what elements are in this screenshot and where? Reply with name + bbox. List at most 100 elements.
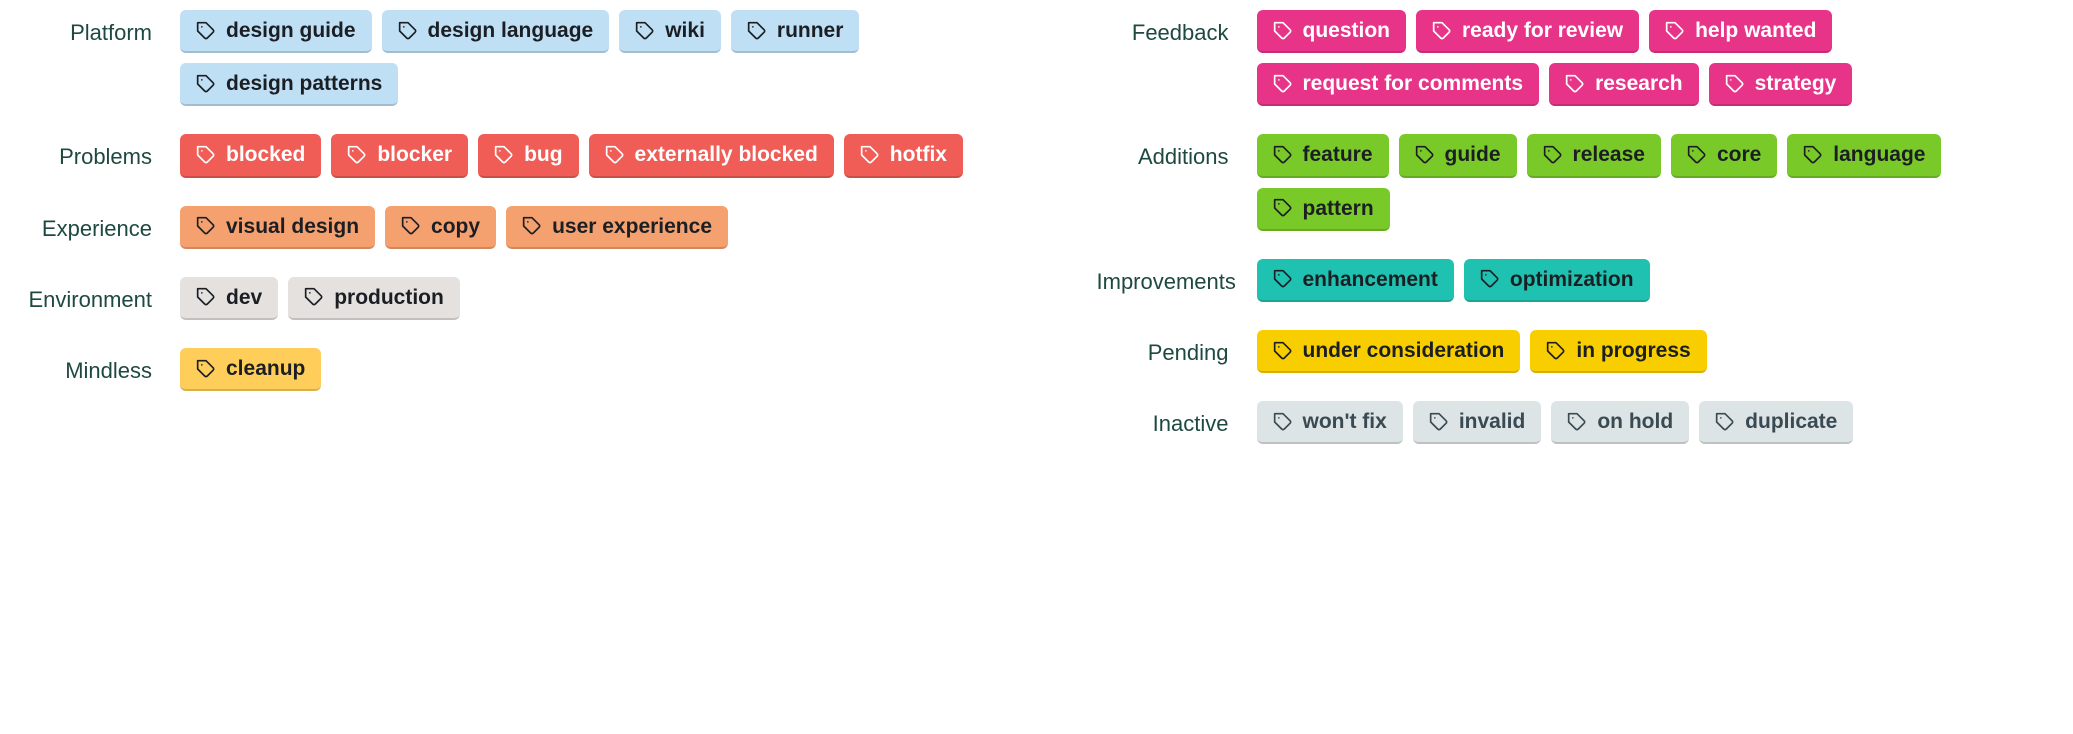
tag-ready-for-review[interactable]: ready for review <box>1416 10 1639 53</box>
tag-runner[interactable]: runner <box>731 10 860 53</box>
tag-strategy[interactable]: strategy <box>1709 63 1853 106</box>
tag-research[interactable]: research <box>1549 63 1699 106</box>
right-column: Feedbackquestionready for reviewhelp wan… <box>1097 10 2054 472</box>
group-platform: Platformdesign guidedesign languagewikir… <box>20 10 977 106</box>
tag-icon <box>1429 412 1449 432</box>
group-feedback: Feedbackquestionready for reviewhelp wan… <box>1097 10 2054 106</box>
tag-label: hotfix <box>890 142 947 167</box>
tags-pending: under considerationin progress <box>1257 330 1707 373</box>
tag-label: request for comments <box>1303 71 1524 96</box>
tag-label: guide <box>1445 142 1501 167</box>
tag-cleanup[interactable]: cleanup <box>180 348 321 391</box>
tag-label: cleanup <box>226 356 305 381</box>
tag-optimization[interactable]: optimization <box>1464 259 1650 302</box>
tag-in-progress[interactable]: in progress <box>1530 330 1706 373</box>
group-label-experience: Experience <box>20 206 180 242</box>
tag-enhancement[interactable]: enhancement <box>1257 259 1454 302</box>
tag-design-guide[interactable]: design guide <box>180 10 372 53</box>
tags-platform: design guide design language wiki runner des… <box>180 10 977 106</box>
tag-label: dev <box>226 285 262 310</box>
tag-on-hold[interactable]: on hold <box>1551 401 1689 444</box>
tag-icon <box>196 287 216 307</box>
tag-label: design language <box>428 18 594 43</box>
tag-label: blocker <box>377 142 452 167</box>
left-column: Platformdesign guidedesign languagewikir… <box>20 10 977 472</box>
tag-icon <box>1715 412 1735 432</box>
tag-icon <box>1273 198 1293 218</box>
tag-icon <box>196 359 216 379</box>
tag-icon <box>304 287 324 307</box>
group-label-additions: Additions <box>1097 134 1257 170</box>
tag-icon <box>398 21 418 41</box>
tag-label: ready for review <box>1462 18 1623 43</box>
tag-under-consideration[interactable]: under consideration <box>1257 330 1521 373</box>
tags-environment: dev production <box>180 277 460 320</box>
tags-additions: feature guide release core language pattern <box>1257 134 2054 230</box>
tag-icon <box>635 21 655 41</box>
tag-question[interactable]: question <box>1257 10 1407 53</box>
tag-feature[interactable]: feature <box>1257 134 1389 177</box>
tag-won-t-fix[interactable]: won't fix <box>1257 401 1403 444</box>
tag-icon <box>494 145 514 165</box>
tag-label: language <box>1833 142 1925 167</box>
tag-release[interactable]: release <box>1527 134 1661 177</box>
tag-label: wiki <box>665 18 705 43</box>
tags-problems: blocked blocker bug externally blocked hotfi… <box>180 134 963 177</box>
group-environment: Environmentdevproduction <box>20 277 977 320</box>
tag-production[interactable]: production <box>288 277 460 320</box>
tag-label: invalid <box>1459 409 1526 434</box>
group-improvements: Improvementsenhancementoptimization <box>1097 259 2054 302</box>
tag-label: duplicate <box>1745 409 1837 434</box>
tag-user-experience[interactable]: user experience <box>506 206 728 249</box>
tag-label: release <box>1573 142 1645 167</box>
tag-label: user experience <box>552 214 712 239</box>
tag-language[interactable]: language <box>1787 134 1941 177</box>
tag-icon <box>196 145 216 165</box>
tags-experience: visual design copy user experience <box>180 206 728 249</box>
tag-hotfix[interactable]: hotfix <box>844 134 963 177</box>
tag-wiki[interactable]: wiki <box>619 10 721 53</box>
tag-copy[interactable]: copy <box>385 206 496 249</box>
tag-externally-blocked[interactable]: externally blocked <box>589 134 834 177</box>
tag-blocker[interactable]: blocker <box>331 134 468 177</box>
tag-icon <box>1543 145 1563 165</box>
tag-guide[interactable]: guide <box>1399 134 1517 177</box>
tag-label: visual design <box>226 214 359 239</box>
tag-icon <box>860 145 880 165</box>
group-label-problems: Problems <box>20 134 180 170</box>
tag-label: optimization <box>1510 267 1634 292</box>
tag-design-language[interactable]: design language <box>382 10 610 53</box>
tag-label: bug <box>524 142 562 167</box>
tag-icon <box>1546 341 1566 361</box>
tag-help-wanted[interactable]: help wanted <box>1649 10 1832 53</box>
group-problems: Problemsblocked blocker bug externally bloc… <box>20 134 977 177</box>
tag-bug[interactable]: bug <box>478 134 578 177</box>
tag-request-for-comments[interactable]: request for comments <box>1257 63 1540 106</box>
tag-design-patterns[interactable]: design patterns <box>180 63 398 106</box>
tag-icon <box>747 21 767 41</box>
group-pending: Pendingunder considerationin progress <box>1097 330 2054 373</box>
tag-icon <box>1415 145 1435 165</box>
tag-icon <box>605 145 625 165</box>
tag-invalid[interactable]: invalid <box>1413 401 1542 444</box>
tag-blocked[interactable]: blocked <box>180 134 321 177</box>
tag-label: enhancement <box>1303 267 1438 292</box>
group-label-inactive: Inactive <box>1097 401 1257 437</box>
tags-inactive: won't fix invalid on hold duplicate <box>1257 401 1854 444</box>
tag-pattern[interactable]: pattern <box>1257 188 1390 231</box>
group-additions: Additionsfeature guide release core language… <box>1097 134 2054 230</box>
tag-icon <box>1565 74 1585 94</box>
tag-label: question <box>1303 18 1391 43</box>
tag-icon <box>1480 269 1500 289</box>
group-inactive: Inactivewon't fix invalid on hold duplicate <box>1097 401 2054 444</box>
tag-dev[interactable]: dev <box>180 277 278 320</box>
tag-label: copy <box>431 214 480 239</box>
tag-label: design patterns <box>226 71 382 96</box>
tag-icon <box>1273 74 1293 94</box>
tag-icon <box>1687 145 1707 165</box>
tag-duplicate[interactable]: duplicate <box>1699 401 1853 444</box>
tag-core[interactable]: core <box>1671 134 1777 177</box>
tag-label: pattern <box>1303 196 1374 221</box>
tag-label: production <box>334 285 444 310</box>
tag-visual-design[interactable]: visual design <box>180 206 375 249</box>
